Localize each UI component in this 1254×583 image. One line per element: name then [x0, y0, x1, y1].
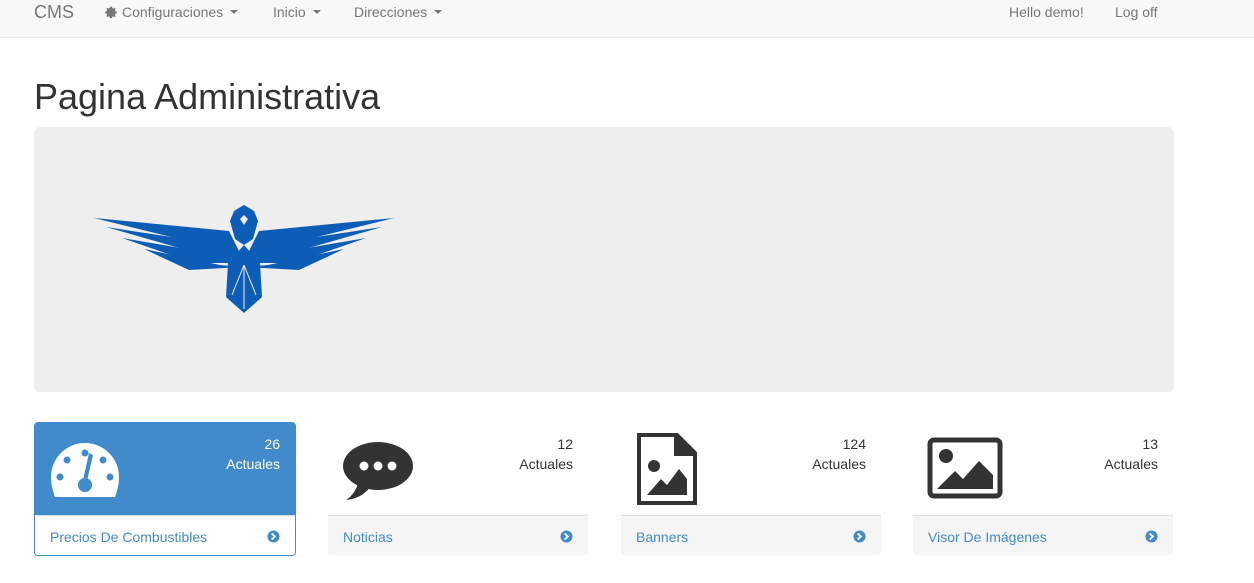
panel-precios-combustibles: 26 Actuales Precios De Combustibles	[34, 422, 296, 556]
circle-arrow-right-icon	[1145, 530, 1158, 543]
panel-heading: 124 Actuales	[621, 423, 881, 515]
page-title: Pagina Administrativa	[34, 76, 381, 117]
nav-direcciones[interactable]: Direcciones	[354, 4, 443, 20]
nav-inicio-label: Inicio	[273, 4, 306, 20]
panel-count: 12	[557, 436, 573, 452]
panel-footer-link[interactable]: Banners	[621, 515, 881, 555]
eagle-logo	[94, 205, 394, 313]
gear-icon	[105, 6, 117, 19]
greeting-link[interactable]: Hello demo!	[1009, 4, 1084, 20]
panel-footer-link[interactable]: Noticias	[328, 515, 588, 555]
panel-subtitle: Actuales	[226, 456, 280, 472]
circle-arrow-right-icon	[853, 530, 866, 543]
nav-configuraciones[interactable]: Configuraciones	[104, 4, 239, 20]
nav-configuraciones-label: Configuraciones	[122, 4, 224, 20]
panel-subtitle: Actuales	[812, 456, 866, 472]
panel-heading: 26 Actuales	[35, 423, 295, 515]
nav-direcciones-label: Direcciones	[354, 4, 428, 20]
panel-count: 13	[1142, 436, 1158, 452]
panel-footer-link[interactable]: Precios De Combustibles	[35, 515, 295, 555]
panel-subtitle: Actuales	[1104, 456, 1158, 472]
circle-arrow-right-icon	[560, 530, 573, 543]
caret-down-icon	[312, 10, 321, 14]
panel-subtitle: Actuales	[519, 456, 573, 472]
caret-down-icon	[230, 10, 239, 14]
comment-icon	[343, 442, 413, 500]
panel-banners: 124 Actuales Banners	[620, 422, 882, 556]
panel-heading: 13 Actuales	[913, 423, 1173, 515]
brand-link[interactable]: CMS	[34, 2, 74, 22]
panel-visor-imagenes: 13 Actuales Visor De Imágenes	[912, 422, 1174, 556]
nav-inicio[interactable]: Inicio	[273, 4, 321, 20]
panel-footer-label: Noticias	[343, 528, 393, 545]
picture-icon	[927, 437, 1003, 499]
circle-arrow-right-icon	[267, 530, 280, 543]
caret-down-icon	[434, 10, 443, 14]
dashboard-gauge-icon	[51, 443, 119, 497]
panel-footer-label: Visor De Imágenes	[928, 528, 1047, 545]
panel-count: 124	[842, 436, 866, 452]
panel-footer-label: Precios De Combustibles	[50, 528, 208, 545]
logoff-link[interactable]: Log off	[1115, 4, 1158, 20]
panel-count: 26	[264, 436, 280, 452]
panel-footer-link[interactable]: Visor De Imágenes	[913, 515, 1173, 555]
panel-noticias: 12 Actuales Noticias	[327, 422, 589, 556]
file-image-icon	[637, 433, 697, 505]
jumbotron	[34, 127, 1174, 392]
logoff-label: Log off	[1115, 4, 1158, 20]
navbar: CMS Configuraciones Inicio Direcciones H…	[0, 0, 1254, 38]
panel-footer-label: Banners	[636, 528, 689, 545]
greeting-label: Hello demo!	[1009, 4, 1084, 20]
panel-heading: 12 Actuales	[328, 423, 588, 515]
